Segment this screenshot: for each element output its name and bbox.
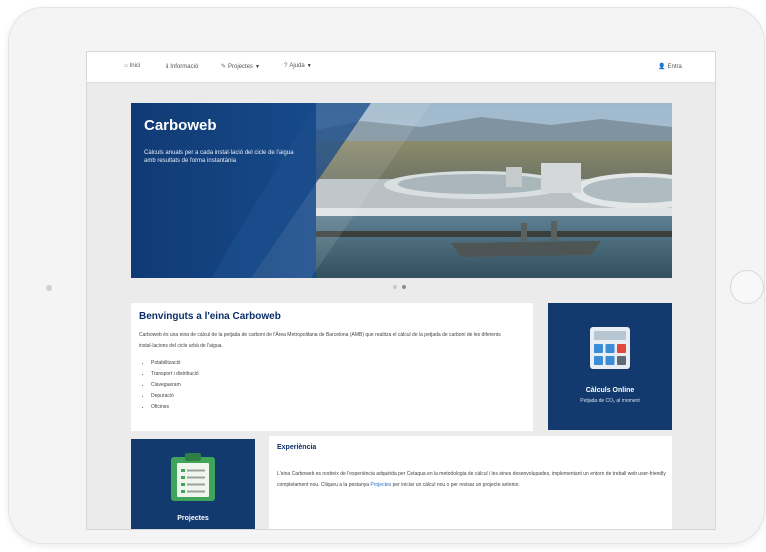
question-icon: ? bbox=[284, 63, 288, 69]
calculator-icon bbox=[590, 327, 630, 369]
experience-title: Experiència bbox=[277, 444, 317, 451]
nav-login[interactable]: 👤 Entra bbox=[658, 63, 682, 71]
nav-login-label: Entra bbox=[667, 63, 682, 70]
clipboard-icon bbox=[171, 453, 215, 501]
hero-carousel[interactable]: Carboweb Càlculs anuals per a cada insta… bbox=[131, 103, 672, 278]
nav-projects-label: Projectes bbox=[228, 63, 254, 70]
nav-help-label: Ajuda bbox=[289, 63, 305, 69]
list-item: Transport i distribució bbox=[151, 369, 199, 380]
experience-panel: Experiència L'eina Carboweb es nodreix d… bbox=[269, 436, 672, 529]
welcome-title: Benvinguts a l'eina Carboweb bbox=[139, 311, 281, 322]
list-item: Potabilització bbox=[151, 358, 199, 369]
carousel-indicators bbox=[393, 285, 406, 289]
camera-icon bbox=[46, 285, 52, 291]
carousel-dot-active[interactable] bbox=[402, 285, 406, 289]
list-item: Depuració bbox=[151, 391, 199, 402]
list-item: Oficines bbox=[151, 402, 199, 413]
user-icon: 👤 bbox=[658, 64, 666, 70]
experience-text-after: per iniciar un càlcul nou o per revisar … bbox=[392, 482, 520, 488]
installation-list: Potabilització Transport i distribució C… bbox=[139, 358, 199, 413]
chevron-down-icon: ▼ bbox=[306, 63, 312, 69]
tablet-frame: ⌂ Inici ℹ Informació ✎ Projectes ▼ ? Aju… bbox=[9, 8, 764, 543]
nav-info-label: Informació bbox=[170, 63, 199, 70]
list-item: Clavegueram bbox=[151, 380, 199, 391]
screen: ⌂ Inici ℹ Informació ✎ Projectes ▼ ? Aju… bbox=[86, 51, 716, 530]
nav-projects[interactable]: ✎ Projectes ▼ bbox=[221, 63, 260, 71]
slide-description: Càlculs anuals per a cada instal·lació d… bbox=[144, 150, 294, 164]
home-icon: ⌂ bbox=[124, 63, 128, 69]
projects-card-title: Projectes bbox=[177, 515, 209, 522]
welcome-panel: Benvinguts a l'eina Carboweb Carboweb és… bbox=[131, 303, 533, 431]
nav-home[interactable]: ⌂ Inici bbox=[124, 63, 140, 69]
chevron-down-icon: ▼ bbox=[255, 63, 260, 70]
nav-info[interactable]: ℹ Informació bbox=[166, 63, 199, 71]
slide-title: Carboweb bbox=[144, 117, 217, 134]
nav-home-label: Inici bbox=[129, 63, 141, 69]
wrench-icon: ✎ bbox=[221, 64, 227, 70]
experience-text: L'eina Carboweb es nodreix de l'experièn… bbox=[277, 469, 667, 491]
online-calc-title: Càlculs Online bbox=[585, 387, 635, 394]
home-button[interactable] bbox=[730, 270, 764, 304]
projects-link[interactable]: Projectes bbox=[370, 482, 391, 488]
projects-card[interactable]: Projectes bbox=[131, 439, 255, 529]
online-calc-card[interactable]: Càlculs Online Petjada de CO₂ al moment bbox=[548, 303, 672, 430]
carousel-dot[interactable] bbox=[393, 285, 397, 289]
info-icon: ℹ bbox=[166, 64, 169, 70]
online-calc-subtitle: Petjada de CO₂ al moment bbox=[580, 398, 640, 404]
nav-help[interactable]: ? Ajuda ▼ bbox=[284, 63, 312, 69]
welcome-intro: Carboweb és una eina de càlcul de la pet… bbox=[139, 332, 501, 349]
navbar: ⌂ Inici ℹ Informació ✎ Projectes ▼ ? Aju… bbox=[87, 52, 715, 83]
